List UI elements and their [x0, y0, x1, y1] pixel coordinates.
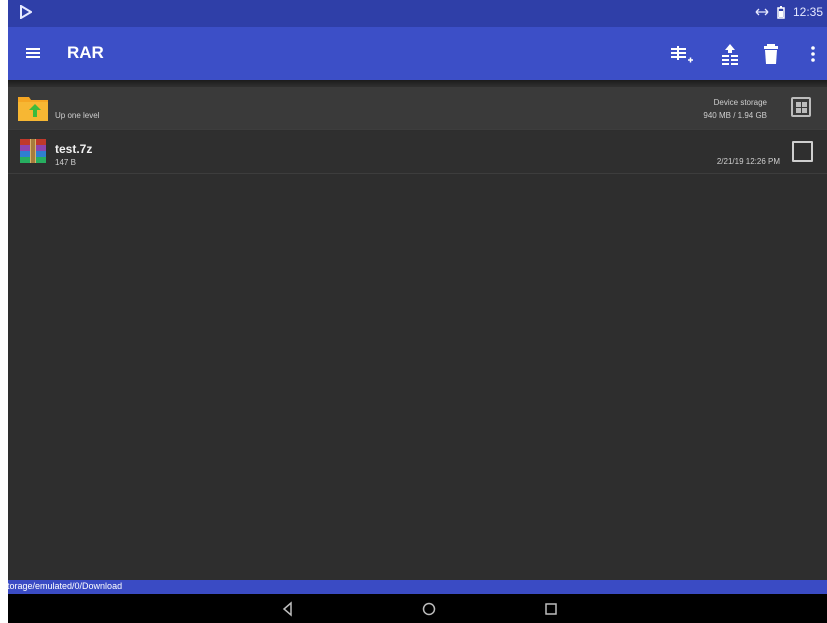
- hamburger-menu-icon[interactable]: [22, 41, 46, 65]
- storage-usage: 940 MB / 1.94 GB: [703, 111, 767, 120]
- file-row[interactable]: test.7z 147 B 2/21/19 12:26 PM: [8, 131, 827, 174]
- add-to-archive-icon[interactable]: [668, 41, 694, 67]
- home-icon[interactable]: [421, 601, 437, 617]
- app-bar-shadow: [8, 80, 827, 86]
- status-bar: 12:35: [8, 0, 827, 27]
- play-store-icon: [20, 5, 32, 19]
- folder-up-icon: [18, 97, 48, 121]
- file-size: 147 B: [55, 158, 76, 167]
- extract-icon[interactable]: [717, 41, 743, 67]
- data-arrows-icon: [755, 8, 769, 16]
- more-options-icon[interactable]: [800, 41, 826, 67]
- back-icon[interactable]: [280, 601, 296, 617]
- navigation-bar: [8, 594, 827, 623]
- battery-icon: [777, 5, 785, 19]
- file-select-checkbox[interactable]: [792, 141, 813, 162]
- delete-icon[interactable]: [758, 41, 784, 67]
- path-bar: [8, 580, 827, 594]
- app-bar: RAR: [8, 27, 827, 80]
- archive-file-icon: [20, 139, 46, 163]
- current-path: /storage/emulated/0/Download: [0, 581, 123, 591]
- storage-label: Device storage: [713, 98, 767, 107]
- status-time: 12:35: [792, 5, 823, 19]
- app-title: RAR: [67, 43, 104, 62]
- device-screen: 12:35 RAR Up one level Device storage 94…: [8, 0, 827, 623]
- file-name: test.7z: [55, 142, 93, 156]
- recents-icon[interactable]: [543, 601, 559, 617]
- view-mode-icon[interactable]: [791, 97, 811, 117]
- up-one-level-row[interactable]: Up one level Device storage 940 MB / 1.9…: [8, 87, 827, 130]
- file-date: 2/21/19 12:26 PM: [716, 157, 780, 166]
- up-one-level-label: Up one level: [55, 111, 100, 120]
